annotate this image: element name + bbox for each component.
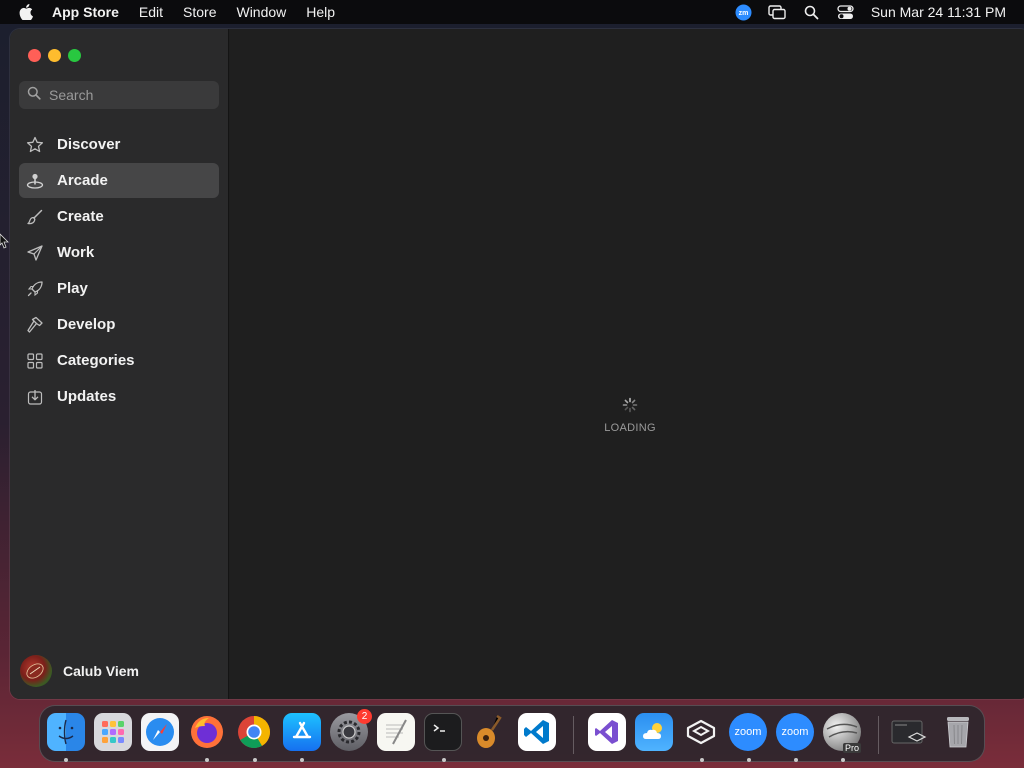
zoom-status-icon[interactable]: zm [727,0,761,24]
apple-menu-icon[interactable] [0,0,52,24]
joystick-icon [25,171,45,191]
rocket-icon [25,279,45,299]
menu-bar: App Store Edit Store Window Help zm Sun … [0,0,1024,24]
dock-running-indicator [747,758,751,762]
sidebar-item-label: Updates [57,388,117,405]
dock-unity-hub-icon[interactable] [682,713,720,751]
zoom-label: zoom [734,726,762,738]
dock-separator [573,716,574,754]
grid-icon [25,351,45,371]
dock-running-indicator [442,758,446,762]
minimize-window-button[interactable] [48,49,61,62]
menu-app-name[interactable]: App Store [52,0,129,24]
menu-store[interactable]: Store [173,0,226,24]
dock-running-indicator [300,758,304,762]
sidebar-item-label: Play [57,280,88,297]
sidebar-item-work[interactable]: Work [19,235,219,270]
dock-running-indicator [205,758,209,762]
sidebar-item-arcade[interactable]: Arcade [19,163,219,198]
main-content: LOADING [230,29,1024,699]
dock-zoom-icon[interactable]: zoom [729,713,767,751]
notification-badge: 2 [357,709,372,724]
dock-running-indicator [253,758,257,762]
dock-running-indicator [700,758,704,762]
sidebar-item-develop[interactable]: Develop [19,307,219,342]
sidebar: Discover Arcade Create Work Play [10,29,229,699]
dock-garageband-icon[interactable] [471,713,509,751]
dock-trash-icon[interactable] [939,713,977,751]
dock-app-store-icon[interactable] [283,713,321,751]
account-profile[interactable]: Calub Viem [20,653,139,689]
profile-name: Calub Viem [63,663,139,679]
mouse-cursor-icon [0,232,10,255]
dock-visual-studio-icon[interactable] [588,713,626,751]
fullscreen-window-button[interactable] [68,49,81,62]
sidebar-item-label: Arcade [57,172,108,189]
dock-separator [878,716,879,754]
search-input[interactable] [49,87,199,103]
sidebar-item-label: Work [57,244,95,261]
sidebar-item-label: Discover [57,136,121,153]
sidebar-item-create[interactable]: Create [19,199,219,234]
hammer-icon [25,315,45,335]
svg-text:zm: zm [739,10,749,17]
dock-launchpad-icon[interactable] [94,713,132,751]
app-store-window: Discover Arcade Create Work Play [10,29,1024,699]
sidebar-item-play[interactable]: Play [19,271,219,306]
dock-zoom-icon-2[interactable]: zoom [776,713,814,751]
close-window-button[interactable] [28,49,41,62]
dock-firefox-icon[interactable] [188,713,226,751]
screen-mirroring-icon[interactable] [761,0,795,24]
search-field[interactable] [19,81,219,109]
sidebar-item-categories[interactable]: Categories [19,343,219,378]
search-icon [27,86,41,105]
dock-system-settings-icon[interactable]: 2 [330,709,372,751]
dock-vscode-icon[interactable] [518,713,556,751]
zoom-label: zoom [781,726,809,738]
dock-textedit-icon[interactable] [377,713,415,751]
paintbrush-icon [25,207,45,227]
dock-running-indicator [841,758,845,762]
avatar[interactable] [20,655,52,687]
pro-label: Pro [842,743,861,753]
sidebar-item-label: Create [57,208,104,225]
spotlight-search-icon[interactable] [795,0,829,24]
star-icon [25,135,45,155]
menu-window[interactable]: Window [226,0,296,24]
menu-edit[interactable]: Edit [129,0,173,24]
control-center-icon[interactable] [829,0,863,24]
sidebar-item-discover[interactable]: Discover [19,127,219,162]
menu-bar-clock[interactable]: Sun Mar 24 11:31 PM [863,4,1006,20]
dock-downloads-stack-icon[interactable] [891,713,929,751]
sidebar-item-label: Categories [57,352,135,369]
dock-weather-icon[interactable] [635,713,673,751]
spinner-icon [622,397,638,417]
dock-chrome-icon[interactable] [235,713,273,751]
loading-indicator: LOADING [604,397,656,434]
dock-running-indicator [64,758,68,762]
dock: 2 zoom zoom Pro [39,705,985,762]
dock-terminal-icon[interactable] [424,713,462,751]
download-icon [25,387,45,407]
paper-plane-icon [25,243,45,263]
dock-finder-icon[interactable] [47,713,85,751]
dock-safari-icon[interactable] [141,713,179,751]
sidebar-item-label: Develop [57,316,116,333]
dock-google-earth-pro-icon[interactable]: Pro [823,713,861,753]
sidebar-item-updates[interactable]: Updates [19,379,219,414]
dock-running-indicator [794,758,798,762]
loading-label: LOADING [604,422,656,434]
menu-help[interactable]: Help [296,0,345,24]
